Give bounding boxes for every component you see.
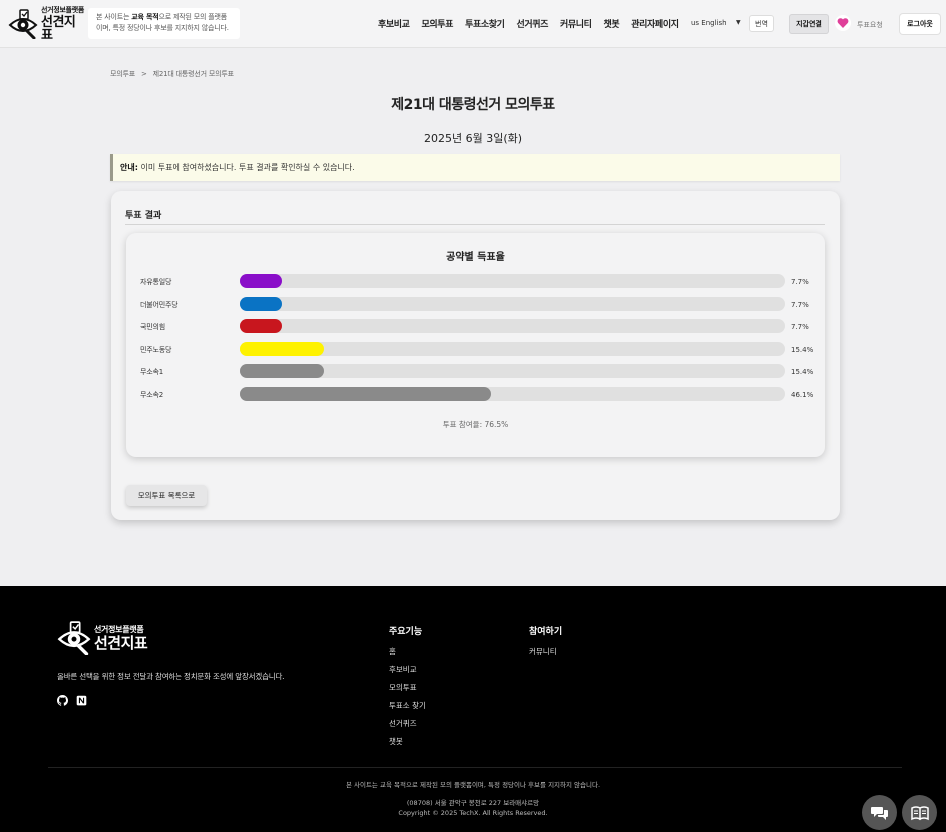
footer-link-quiz[interactable]: 선거퀴즈 — [389, 718, 426, 729]
notice-bold: 교육 목적 — [131, 13, 159, 21]
footer-divider — [48, 767, 902, 768]
election-date: 2025년 6월 3일(화) — [423, 132, 523, 145]
eye-ballot-icon — [57, 621, 91, 655]
alert-label: 안내: — [120, 163, 138, 172]
results-heading: 투표 결과 — [125, 211, 162, 221]
nav-item-candidate-compare[interactable]: 후보비교 — [378, 17, 410, 30]
footer-disclaimer: 본 사이트는 교육 목적으로 제작된 모의 플랫폼이며, 특정 정당이나 후보를… — [345, 781, 601, 789]
language-select[interactable]: us English — [691, 19, 727, 27]
bar-row: 자유통일당 7.7% — [126, 274, 825, 288]
notice-prefix: 본 사이트는 — [96, 13, 132, 21]
back-to-list-button[interactable]: 모의투표 목록으로 — [126, 485, 207, 506]
bar-label: 더불어민주당 — [140, 300, 178, 309]
bar-track — [240, 319, 785, 334]
results-card: 투표 결과 공약별 득표율 투표 참여율: 76.5% 자유통일당 7.7% 더불어… — [111, 191, 840, 520]
divider — [125, 224, 825, 225]
nav-item-community[interactable]: 커뮤니티 — [560, 17, 592, 30]
footer-features-title: 주요기능 — [389, 627, 423, 637]
bar-label: 국민의힘 — [140, 323, 165, 332]
bar-fill — [240, 387, 492, 401]
footer-copyright: Copyright © 2025 TechX. All Rights Reser… — [398, 809, 548, 817]
breadcrumb-current: 제21대 대통령선거 모의투표 — [152, 70, 234, 78]
logo-title: 선견지표 — [41, 14, 76, 43]
bar-row: 더불어민주당 7.7% — [126, 296, 825, 311]
footer-address: (08708) 서울 관악구 봉천로 227 보라매샤르망 — [406, 799, 540, 807]
bar-track — [240, 274, 785, 288]
bar-label: 무소속1 — [140, 368, 163, 377]
bar-value-label: 15.4% — [791, 368, 814, 377]
breadcrumb-separator: > — [140, 70, 147, 78]
bar-row: 무소속1 15.4% — [126, 364, 825, 379]
already-voted-alert: 안내: 이미 투표에 참여하셨습니다. 투표 결과를 확인하실 수 있습니다. — [110, 154, 840, 181]
result-chart: 공약별 득표율 투표 참여율: 76.5% 자유통일당 7.7% 더불어민주당 7.7… — [126, 233, 825, 457]
nav-item-quiz[interactable]: 선거퀴즈 — [516, 17, 548, 30]
nav-item-admin[interactable]: 관리자페이지 — [631, 17, 679, 30]
vote-request-link[interactable]: 투표요청 — [857, 20, 883, 30]
bar-value-label: 7.7% — [791, 300, 809, 309]
footer-link-mock-vote[interactable]: 모의투표 — [389, 682, 426, 693]
footer-link-community[interactable]: 커뮤니티 — [529, 646, 557, 657]
book-icon[interactable] — [902, 795, 937, 830]
disclaimer-banner: 본 사이트는 교육 목적으로 제작된 모의 플랫폼 이며, 특정 정당이나 후보… — [88, 8, 240, 39]
bar-value-label: 7.7% — [791, 323, 809, 332]
footer-logo-title: 선견지표 — [94, 633, 148, 652]
notice-line1-suffix: 으로 제작된 모의 플랫폼 — [158, 13, 227, 21]
bar-fill — [240, 296, 282, 311]
wallet-connect-button[interactable]: 지갑연결 — [789, 14, 829, 34]
main-nav: 후보비교 모의투표 투표소찾기 선거퀴즈 커뮤니티 챗봇 관리자페이지 — [378, 17, 679, 30]
chevron-down-icon[interactable]: ▼ — [736, 19, 741, 26]
bar-label: 자유통일당 — [140, 278, 172, 286]
social-links — [57, 691, 87, 710]
translate-button[interactable]: 번역 — [749, 15, 774, 32]
bar-fill — [240, 364, 324, 379]
breadcrumb: 모의투표 > 제21대 대통령선거 모의투표 — [110, 69, 234, 79]
footer-logo[interactable]: 선거정보플랫폼 선견지표 — [57, 621, 148, 655]
github-icon[interactable] — [57, 691, 68, 710]
footer-link-chatbot[interactable]: 챗봇 — [389, 736, 426, 747]
site-header: 선거정보플랫폼 선견지표 본 사이트는 교육 목적으로 제작된 모의 플랫폼 이… — [0, 0, 946, 48]
alert-text: 이미 투표에 참여하셨습니다. 투표 결과를 확인하실 수 있습니다. — [137, 163, 355, 172]
footer-link-polling-place[interactable]: 투표소 찾기 — [389, 700, 426, 711]
logo-subtitle: 선거정보플랫폼 — [41, 5, 84, 14]
footer-link-candidate-compare[interactable]: 후보비교 — [389, 664, 426, 675]
bar-value-label: 15.4% — [791, 345, 814, 354]
nav-item-chatbot[interactable]: 챗봇 — [604, 17, 620, 30]
breadcrumb-root[interactable]: 모의투표 — [110, 70, 135, 78]
bar-value-label: 7.7% — [791, 278, 809, 286]
nav-item-mock-vote[interactable]: 모의투표 — [422, 17, 454, 30]
bar-track — [240, 341, 785, 356]
bar-row: 민주노동당 15.4% — [126, 341, 825, 356]
bar-fill — [240, 341, 324, 356]
footer-logo-subtitle: 선거정보플랫폼 — [94, 624, 144, 634]
turnout-text: 투표 참여율: 76.5% — [442, 420, 509, 429]
bar-label: 무소속2 — [140, 391, 163, 399]
nav-item-polling-place[interactable]: 투표소찾기 — [465, 17, 505, 30]
bar-value-label: 46.1% — [791, 391, 814, 399]
footer-link-home[interactable]: 홈 — [389, 646, 426, 657]
logout-button[interactable]: 로그아웃 — [900, 14, 940, 34]
bar-label: 민주노동당 — [140, 345, 172, 354]
bar-row: 무소속2 46.1% — [126, 387, 825, 401]
chart-title: 공약별 득표율 — [446, 252, 505, 263]
notion-icon[interactable] — [76, 691, 87, 710]
bar-track — [240, 296, 785, 311]
bar-row: 국민의힘 7.7% — [126, 319, 825, 334]
bar-fill — [240, 274, 282, 288]
bar-track — [240, 387, 785, 401]
chat-icon[interactable] — [862, 795, 897, 830]
footer-description: 올바른 선택을 위한 정보 전달과 참여하는 정치문화 조성에 앞장서겠습니다. — [57, 672, 285, 681]
page-title: 제21대 대통령선거 모의투표 — [391, 97, 555, 113]
bar-track — [240, 364, 785, 379]
footer-participate-title: 참여하기 — [529, 627, 563, 637]
footer-features-links: 홈 후보비교 모의투표 투표소 찾기 선거퀴즈 챗봇 — [389, 646, 426, 747]
heart-icon[interactable] — [835, 15, 851, 31]
footer-participate-links: 커뮤니티 — [529, 646, 557, 657]
site-footer: 선거정보플랫폼 선견지표 올바른 선택을 위한 정보 전달과 참여하는 정치문화… — [0, 586, 946, 832]
notice-line2: 이며, 특정 정당이나 후보를 지지하지 않습니다. — [96, 24, 229, 32]
eye-ballot-icon — [8, 9, 38, 39]
bar-fill — [240, 319, 282, 334]
site-logo[interactable]: 선거정보플랫폼 선견지표 — [8, 5, 86, 43]
